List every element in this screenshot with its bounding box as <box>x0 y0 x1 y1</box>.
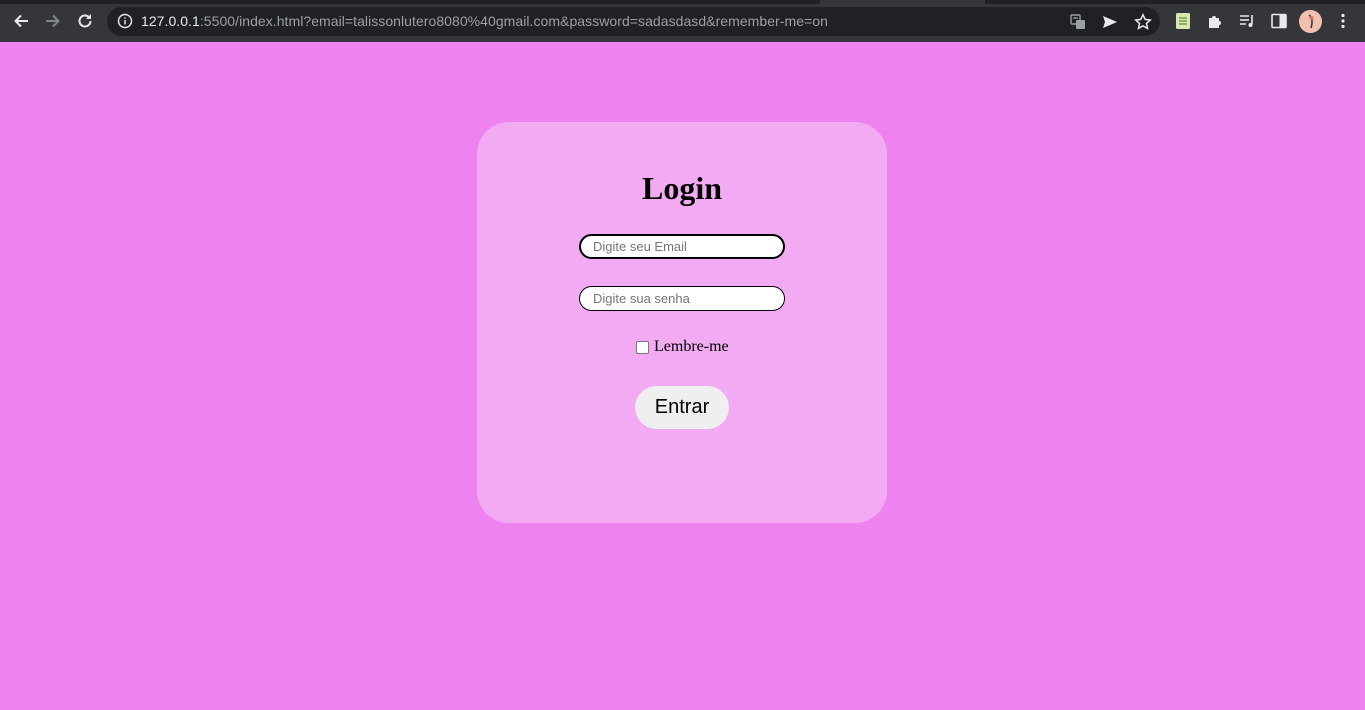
url-host: 127.0.0.1 <box>141 13 200 29</box>
puzzle-icon[interactable] <box>1206 12 1224 30</box>
back-button[interactable] <box>11 11 31 31</box>
tab-strip-edge <box>985 0 1365 4</box>
media-queue-icon[interactable] <box>1238 12 1256 30</box>
profile-picture-icon <box>1299 10 1322 33</box>
email-field[interactable] <box>579 234 785 259</box>
forward-button[interactable] <box>43 11 63 31</box>
address-bar[interactable]: 127.0.0.1:5500/index.html?email=talisson… <box>107 7 1160 36</box>
url-text[interactable]: 127.0.0.1:5500/index.html?email=talisson… <box>141 13 828 30</box>
arrow-left-icon <box>14 14 28 28</box>
submit-button[interactable]: Entrar <box>635 386 729 429</box>
remember-me-checkbox[interactable] <box>636 340 649 354</box>
remember-me-row: Lembre-me <box>636 338 729 356</box>
sheet-extension-icon[interactable] <box>1174 12 1192 30</box>
tab-strip-edge <box>0 0 820 4</box>
page-title: Login <box>641 170 723 206</box>
reload-icon <box>78 14 92 28</box>
browser-toolbar: 127.0.0.1:5500/index.html?email=talisson… <box>0 0 1365 42</box>
side-panel-icon[interactable] <box>1270 12 1288 30</box>
reload-button[interactable] <box>75 11 95 31</box>
send-icon[interactable] <box>1101 13 1119 31</box>
url-path: :5500/index.html?email=talissonlutero808… <box>199 13 828 29</box>
remember-me-label[interactable]: Lembre-me <box>654 338 729 356</box>
kebab-menu-icon[interactable] <box>1334 12 1352 30</box>
avatar[interactable] <box>1299 10 1322 33</box>
star-icon[interactable] <box>1134 13 1152 31</box>
password-field[interactable] <box>579 286 785 311</box>
arrow-right-icon <box>46 14 60 28</box>
translate-icon[interactable] <box>1069 13 1087 31</box>
info-icon[interactable] <box>117 13 133 29</box>
